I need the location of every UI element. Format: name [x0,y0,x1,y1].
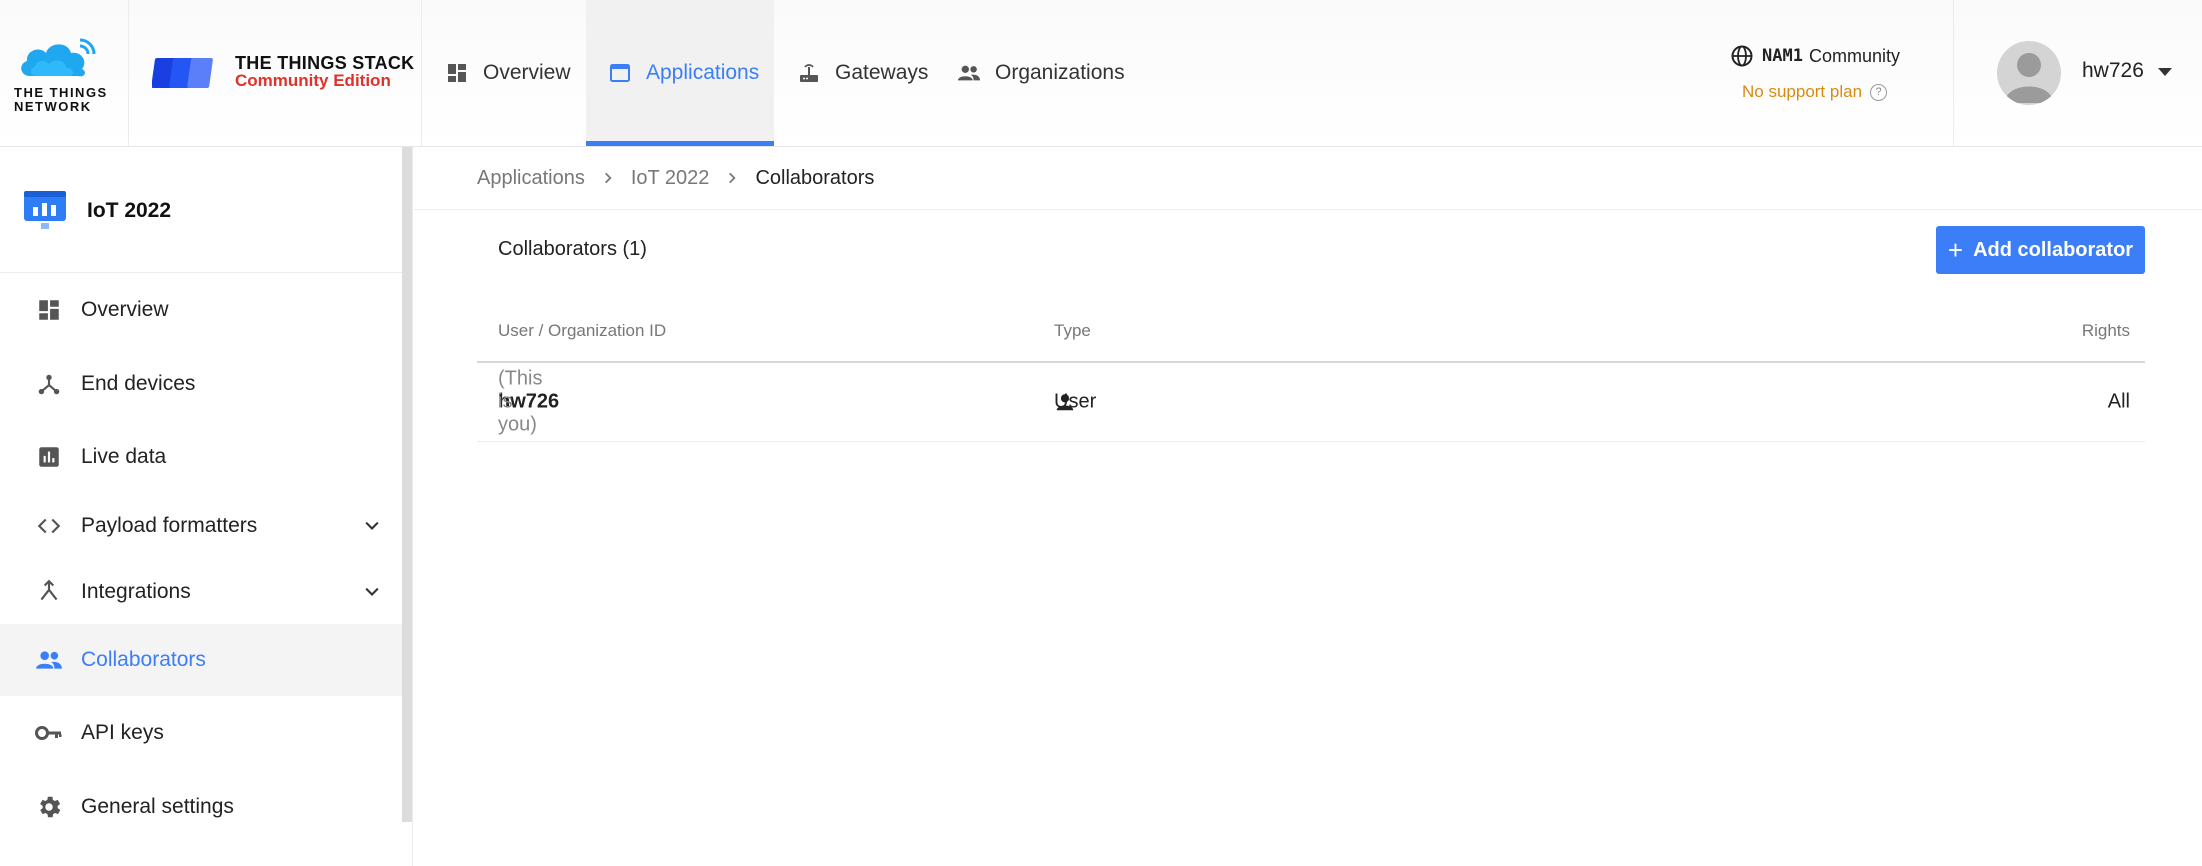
nav-gateways[interactable]: Gateways [775,0,950,146]
sidebar-item-general-settings[interactable]: General settings [0,771,402,843]
tts-logo[interactable]: THE THINGS STACK Community Edition [129,0,422,146]
sidebar: IoT 2022 Overview End devices Live data … [0,147,413,866]
nav-label: Overview [483,61,571,84]
sidebar-item-label: Live data [81,445,167,468]
nav-label: Applications [646,61,760,84]
chevron-right-icon [601,171,615,185]
collaborator-note: (This is you) [498,367,543,436]
code-icon [35,512,63,540]
breadcrumb-application[interactable]: IoT 2022 [631,167,710,190]
nav-overview[interactable]: Overview [423,0,593,146]
stack-logo-icon [152,58,213,88]
device-hub-icon [35,370,63,398]
column-header-id: User / Organization ID [498,320,667,340]
avatar[interactable] [1997,41,2061,105]
sidebar-item-label: Integrations [81,580,191,603]
support-plan-text[interactable]: No support plan [1742,82,1862,102]
cluster-label: Community [1808,45,1900,66]
collaborator-type: User [1054,390,1097,413]
cluster-selector[interactable]: NAM1 Community No support plan ? [1730,44,1910,102]
nav-applications[interactable]: Applications [586,0,774,146]
sidebar-item-live-data[interactable]: Live data [0,421,402,493]
top-header: THE THINGS NETWORK THE THINGS STACK Comm… [0,0,2202,147]
window-icon [608,61,632,85]
nav-label: Gateways [835,61,929,84]
collaborator-type-cell: User [1054,391,1096,413]
sidebar-item-collaborators[interactable]: Collaborators [0,624,402,696]
sidebar-item-label: Overview [81,298,169,321]
nav-label: Organizations [995,61,1125,84]
people-icon [35,646,63,674]
ttn-logo-text: THE THINGS NETWORK [14,85,108,114]
dashboard-icon [35,296,63,324]
plus-icon: + [1947,235,1964,265]
chevron-down-icon[interactable] [362,582,382,602]
sidebar-item-label: General settings [81,795,234,818]
gear-icon [35,793,63,821]
collaborators-table: User / Organization ID Type Rights hw726… [477,300,2145,442]
sidebar-scrollbar[interactable] [402,147,412,822]
help-icon[interactable]: ? [1870,83,1888,101]
key-icon [35,719,63,747]
breadcrumb: Applications IoT 2022 Collaborators [414,147,2202,210]
sidebar-item-label: End devices [81,372,196,395]
column-header-rights: Rights [2081,320,2130,340]
sidebar-item-payload-formatters[interactable]: Payload formatters [0,490,402,562]
sidebar-item-label: Payload formatters [81,514,258,537]
user-name[interactable]: hw726 [2082,59,2144,83]
breadcrumb-applications[interactable]: Applications [477,167,585,190]
ttn-logo[interactable]: THE THINGS NETWORK [0,0,129,146]
collaborator-rights: All [2107,390,2130,413]
cluster-code: NAM1 [1762,46,1803,66]
chevron-down-icon[interactable] [362,516,382,536]
nav-organizations[interactable]: Organizations [935,0,1147,146]
tts-subtitle: Community Edition [235,71,391,90]
user-menu[interactable]: hw726 [1953,0,2202,146]
globe-icon [1731,45,1753,67]
page-title: Collaborators (1) [498,238,647,260]
table-header: User / Organization ID Type Rights [477,300,2145,363]
people-icon [957,61,981,85]
app-header: IoT 2022 [0,147,402,273]
cloud-logo-icon [21,38,96,77]
caret-down-icon[interactable] [2158,68,2172,76]
sidebar-item-integrations[interactable]: Integrations [0,556,402,628]
column-header-type: Type [1054,320,1091,340]
table-row[interactable]: hw726 (This is you) User All [477,363,2145,442]
sidebar-item-label: Collaborators [81,648,206,671]
sidebar-item-end-devices[interactable]: End devices [0,348,402,420]
chevron-right-icon [725,171,739,185]
app-name: IoT 2022 [87,199,172,222]
merge-icon [35,578,63,606]
bar-chart-icon [35,443,63,471]
application-icon [24,191,66,229]
add-collaborator-button[interactable]: + Add collaborator [1936,226,2145,274]
router-icon [797,61,821,85]
sidebar-item-label: API keys [81,721,164,744]
breadcrumb-current: Collaborators [755,166,875,189]
sidebar-item-api-keys[interactable]: API keys [0,697,402,769]
add-collaborator-label: Add collaborator [1973,238,2134,261]
sidebar-item-overview[interactable]: Overview [0,274,402,346]
dashboard-icon [445,61,469,85]
